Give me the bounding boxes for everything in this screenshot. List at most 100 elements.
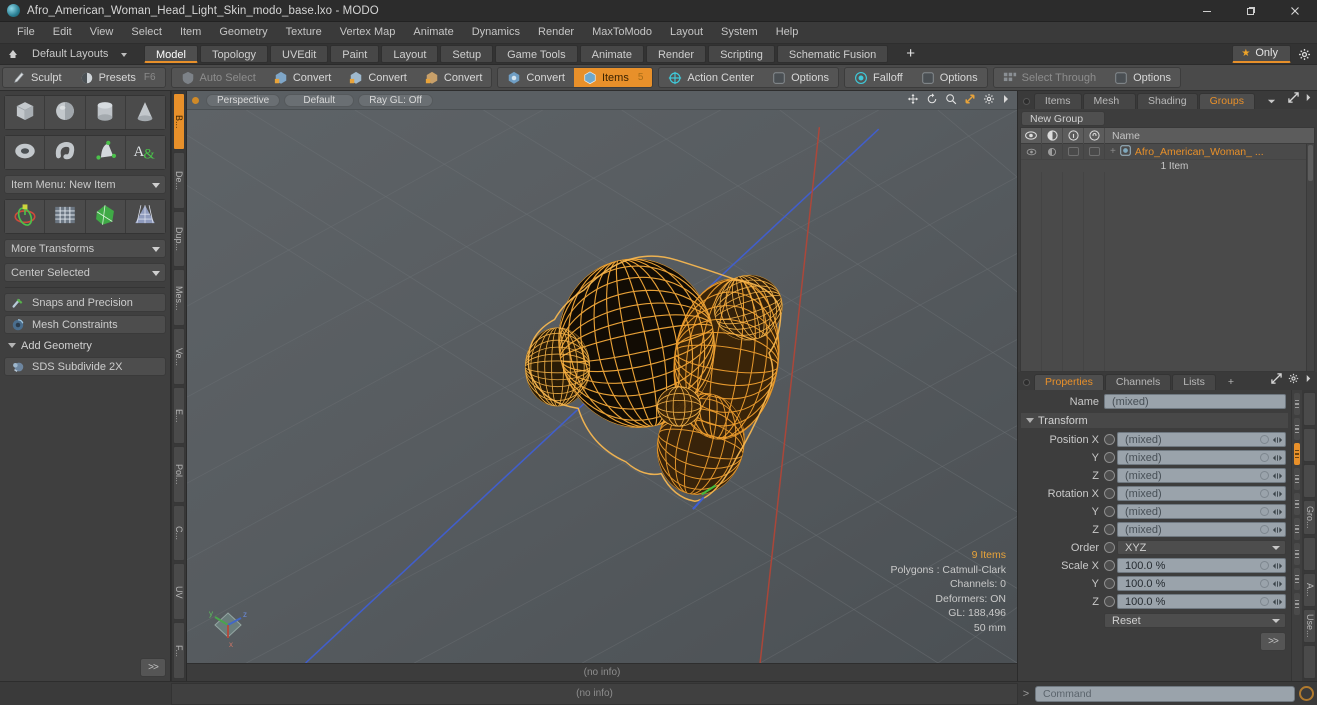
properties-tab-lists[interactable]: Lists <box>1172 374 1216 390</box>
properties-segment-9[interactable] <box>1294 593 1300 615</box>
properties-segment-2[interactable] <box>1294 418 1300 440</box>
property-spinner-icon[interactable] <box>1271 488 1284 499</box>
property-mini-knob[interactable] <box>1260 489 1269 498</box>
menu-item-texture[interactable]: Texture <box>277 22 331 43</box>
toolbar-button-options-51[interactable]: Options <box>1105 68 1180 87</box>
right-vertical-tab-1[interactable] <box>1303 392 1316 427</box>
lock-icon[interactable] <box>1084 128 1105 144</box>
left-vertical-tab-2[interactable]: De... <box>173 151 185 209</box>
primitive-button-4[interactable]: A & <box>125 136 165 169</box>
primitive-button-2[interactable] <box>45 96 85 129</box>
left-vertical-tab-4[interactable]: Mes... <box>173 269 185 327</box>
menu-item-maxtomodo[interactable]: MaxToModo <box>583 22 661 43</box>
right-tab-groups[interactable]: Groups <box>1198 93 1255 109</box>
new-group-button[interactable]: New Group <box>1021 110 1105 126</box>
axis-gizmo-icon[interactable]: y z x <box>201 605 255 649</box>
menu-item-geometry[interactable]: Geometry <box>210 22 276 43</box>
property-value-field[interactable]: (mixed) <box>1117 468 1286 483</box>
layout-tab-uvedit[interactable]: UVEdit <box>270 45 329 63</box>
right-vertical-tab-6[interactable]: A... <box>1303 572 1316 607</box>
property-mini-knob[interactable] <box>1260 453 1269 462</box>
property-channel-toggle[interactable] <box>1104 524 1115 535</box>
center-selected-dropdown[interactable]: Center Selected <box>4 263 166 282</box>
transform-tool-button-4[interactable] <box>125 200 165 233</box>
primitive-button-4[interactable] <box>125 96 165 129</box>
property-mini-knob[interactable] <box>1260 597 1269 606</box>
properties-segment-3[interactable] <box>1294 443 1300 465</box>
properties-segment-1[interactable] <box>1294 393 1300 415</box>
home-icon[interactable] <box>4 48 22 60</box>
right-vertical-tab-5[interactable] <box>1303 536 1316 571</box>
property-channel-toggle[interactable] <box>1104 506 1115 517</box>
property-spinner-icon[interactable] <box>1271 524 1284 535</box>
toolbar-button-falloff-40[interactable]: Falloff <box>845 68 912 87</box>
property-spinner-icon[interactable] <box>1271 596 1284 607</box>
properties-forward-button[interactable]: >> <box>1260 632 1286 651</box>
add-layout-tab-button[interactable]: + <box>900 46 921 61</box>
menu-item-vertex-map[interactable]: Vertex Map <box>331 22 405 43</box>
right-tab-shading[interactable]: Shading <box>1137 93 1198 109</box>
expand-plus-icon[interactable]: + <box>1110 146 1116 157</box>
property-channel-toggle[interactable] <box>1104 488 1115 499</box>
record-ring-icon[interactable] <box>1299 686 1314 701</box>
left-vertical-tab-10[interactable]: F... <box>173 622 185 679</box>
fit-view-icon[interactable] <box>964 93 976 108</box>
more-transforms-dropdown[interactable]: More Transforms <box>4 239 166 258</box>
menu-item-file[interactable]: File <box>8 22 44 43</box>
viewport-more-icon[interactable] <box>1002 94 1010 107</box>
left-vertical-tab-5[interactable]: Ve... <box>173 328 185 385</box>
eye-visibility-icon[interactable] <box>1021 128 1042 144</box>
property-channel-toggle[interactable] <box>1104 542 1115 553</box>
add-properties-tab-button[interactable]: + <box>1217 374 1245 390</box>
properties-segment-6[interactable] <box>1294 518 1300 540</box>
only-toggle[interactable]: ★ Only <box>1232 45 1291 63</box>
shadow-icon[interactable] <box>1042 128 1063 144</box>
property-mini-knob[interactable] <box>1260 435 1269 444</box>
viewport-canvas[interactable]: y z x 9 Items Polygons : Catmull-Clark C… <box>187 110 1017 663</box>
tab-overflow-icon[interactable] <box>1256 93 1287 109</box>
property-channel-toggle[interactable] <box>1104 452 1115 463</box>
properties-segment-strip[interactable] <box>1291 390 1302 681</box>
right-vertical-tab-4[interactable]: Gro... <box>1303 500 1316 535</box>
properties-segment-8[interactable] <box>1294 568 1300 590</box>
layout-tab-setup[interactable]: Setup <box>440 45 494 63</box>
left-vertical-tab-8[interactable]: C... <box>173 504 185 562</box>
toolbar-button-convert-11[interactable]: Convert <box>265 68 341 87</box>
primitive-button-3[interactable] <box>85 96 125 129</box>
left-vertical-tab-3[interactable]: Dup... <box>173 210 185 268</box>
property-spinner-icon[interactable] <box>1271 434 1284 445</box>
reset-dropdown[interactable]: Reset <box>1104 613 1286 628</box>
property-channel-toggle[interactable] <box>1104 470 1115 481</box>
right-tab-items[interactable]: Items <box>1033 93 1082 109</box>
right-vertical-tab-2[interactable] <box>1303 428 1316 463</box>
transform-section-header[interactable]: Transform <box>1021 413 1288 428</box>
property-spinner-icon[interactable] <box>1271 560 1284 571</box>
settings-gear-icon[interactable] <box>1291 48 1317 61</box>
menu-item-dynamics[interactable]: Dynamics <box>463 22 529 43</box>
close-button[interactable] <box>1273 0 1317 22</box>
transform-tool-button-2[interactable] <box>45 200 85 233</box>
primitive-button-2[interactable] <box>45 136 85 169</box>
layout-tab-model[interactable]: Model <box>144 45 198 63</box>
property-channel-toggle[interactable] <box>1104 560 1115 571</box>
snaps-and-precision-button[interactable]: Snaps and Precision <box>4 293 166 312</box>
right-tab-mesh[interactable]: Mesh ... <box>1082 93 1137 122</box>
menu-item-item[interactable]: Item <box>171 22 210 43</box>
property-channel-toggle[interactable] <box>1104 578 1115 589</box>
menu-item-render[interactable]: Render <box>529 22 583 43</box>
viewport-perspective-dropdown[interactable]: Perspective <box>206 93 281 107</box>
layout-tab-paint[interactable]: Paint <box>330 45 380 63</box>
properties-tab-channels[interactable]: Channels <box>1104 374 1172 390</box>
property-value-field[interactable]: (mixed) <box>1117 450 1286 465</box>
menu-item-layout[interactable]: Layout <box>661 22 712 43</box>
menu-item-view[interactable]: View <box>81 22 123 43</box>
viewport-3d[interactable]: Perspective Default Ray GL: Off y z x 9 … <box>186 91 1018 681</box>
toolbar-button-action-center-30[interactable]: Action Center <box>659 68 763 87</box>
toolbar-button-options-41[interactable]: Options <box>912 68 987 87</box>
property-spinner-icon[interactable] <box>1271 578 1284 589</box>
item-menu-dropdown[interactable]: Item Menu: New Item <box>4 175 166 194</box>
layout-tab-animate[interactable]: Animate <box>579 45 644 63</box>
move-view-icon[interactable] <box>907 93 919 108</box>
panel-more-icon[interactable] <box>1305 93 1312 105</box>
right-vertical-tab-8[interactable] <box>1303 644 1316 679</box>
